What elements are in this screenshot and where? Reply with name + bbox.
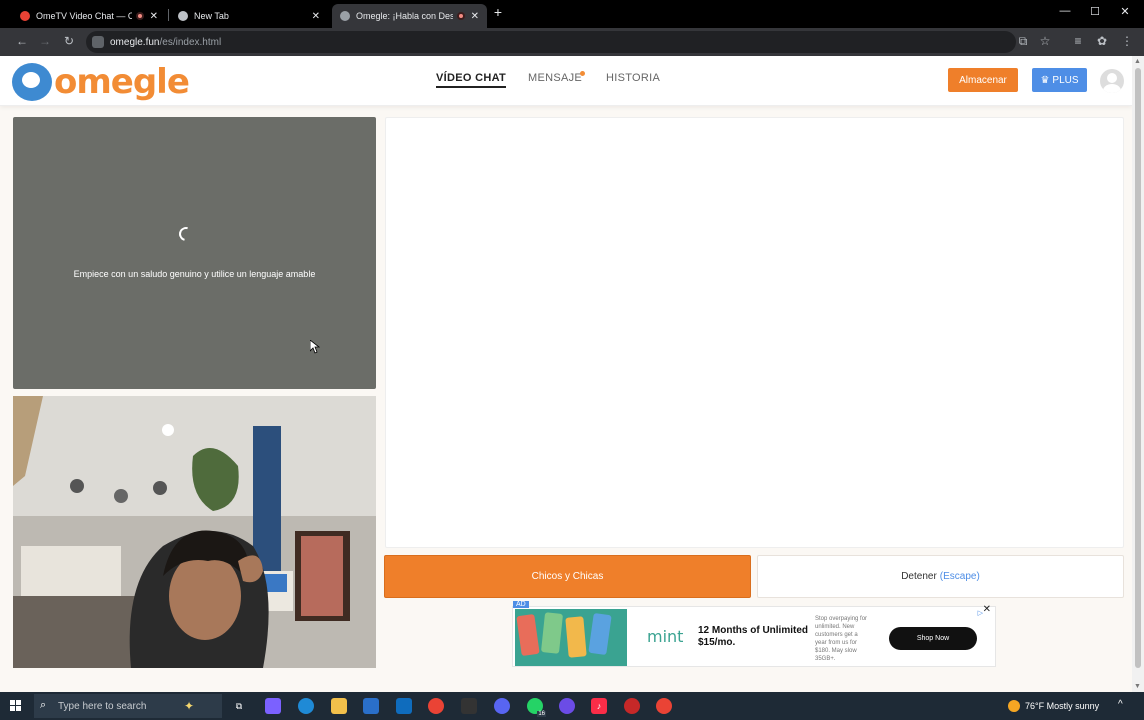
close-ad-icon[interactable]: ✕: [983, 604, 991, 615]
edge-icon[interactable]: [298, 698, 314, 714]
ad-fine-print: Stop overpaying for unlimited. New custo…: [815, 616, 868, 662]
advertisement-banner[interactable]: AD mint 12 Months of Unlimited $15/mo. S…: [512, 601, 996, 667]
tab-omegle[interactable]: Omegle: ¡Habla con Desco ✕: [332, 4, 487, 28]
page-scrollbar[interactable]: ▲ ▼: [1132, 56, 1144, 692]
search-highlight-icon: ✦: [184, 699, 195, 713]
plus-icon[interactable]: +: [488, 4, 508, 20]
stop-shortcut-hint: (Escape): [939, 571, 980, 582]
plus-label: PLUS: [1052, 74, 1079, 86]
discord-icon[interactable]: [494, 698, 510, 714]
address-bar[interactable]: omegle.fun/es/index.html: [86, 31, 1016, 53]
stranger-video: Empiece con un saludo genuino y utilice …: [13, 117, 376, 389]
back-icon[interactable]: ←: [14, 34, 30, 48]
bookmark-star-icon[interactable]: ☆: [1037, 34, 1053, 48]
loading-spinner-icon: [176, 224, 196, 244]
tab-title: Omegle: ¡Habla con Desco: [356, 11, 453, 21]
taskbar-search-placeholder: Type here to search: [58, 700, 147, 712]
ad-brand: mint: [647, 627, 684, 646]
stop-button[interactable]: Detener (Escape): [757, 555, 1124, 598]
scroll-up-icon[interactable]: ▲: [1134, 58, 1141, 65]
record-app-icon[interactable]: [624, 698, 640, 714]
tab-new-tab[interactable]: New Tab ✕: [170, 4, 328, 28]
forward-icon[interactable]: →: [37, 34, 53, 48]
tab-title: OmeTV Video Chat — Ome: [36, 11, 132, 21]
omegle-favicon-icon: [340, 11, 350, 21]
url-host: omegle.fun: [110, 36, 160, 48]
nav-video-chat[interactable]: VÍDEO CHAT: [436, 72, 507, 88]
tray-expand-icon[interactable]: ^: [1118, 699, 1123, 710]
browser-tab-strip: OmeTV Video Chat — Ome ✕ New Tab ✕ Omegl…: [0, 0, 1144, 28]
site-info-icon[interactable]: [92, 36, 104, 48]
stop-label: Detener: [901, 571, 937, 582]
file-explorer-icon[interactable]: [331, 698, 347, 714]
globe-icon: [178, 11, 188, 21]
ometv-favicon-icon: [20, 11, 30, 21]
weather-widget[interactable]: 76°F Mostly sunny: [1008, 700, 1099, 712]
webcam-feed-image: [13, 396, 376, 668]
epic-games-icon[interactable]: [461, 698, 477, 714]
close-tab-icon[interactable]: ✕: [312, 11, 320, 22]
windows-taskbar: ⌕ Type here to search ✦ ⧉ 16 ♪ 76°F Most…: [0, 692, 1144, 720]
url-path: /es/index.html: [159, 36, 222, 48]
recording-icon: [135, 12, 144, 20]
tab-title: New Tab: [194, 11, 229, 21]
maximize-icon[interactable]: ☐: [1085, 5, 1105, 18]
nav-historia[interactable]: HISTORIA: [606, 72, 660, 84]
media-control-icon[interactable]: ≡: [1070, 34, 1086, 48]
sun-icon: [1008, 700, 1020, 712]
outlook-icon[interactable]: [396, 698, 412, 714]
extension-icon[interactable]: ✿: [1094, 34, 1110, 48]
tab-separator: [168, 9, 169, 21]
logo-text: omegle: [54, 62, 190, 102]
install-app-icon[interactable]: ⧉: [1015, 34, 1031, 49]
music-icon[interactable]: ♪: [591, 698, 607, 714]
ad-tag: AD: [513, 601, 529, 608]
chrome-active-icon[interactable]: [656, 698, 672, 714]
ad-headline: 12 Months of Unlimited $15/mo.: [698, 625, 808, 648]
mouse-cursor-icon: [310, 340, 320, 354]
windows-start-icon[interactable]: [10, 700, 22, 712]
chat-log: [385, 117, 1124, 548]
connecting-hint: Empiece con un saludo genuino y utilice …: [73, 269, 316, 279]
minimize-icon[interactable]: —: [1055, 5, 1075, 17]
store-button[interactable]: Almacenar: [948, 68, 1018, 92]
copilot-icon[interactable]: [265, 698, 281, 714]
plus-button[interactable]: ♛ PLUS: [1032, 68, 1087, 92]
whatsapp-badge: 16: [537, 711, 546, 717]
store-icon[interactable]: [363, 698, 379, 714]
kebab-menu-icon[interactable]: ⋮: [1119, 34, 1135, 48]
whatsapp-icon[interactable]: 16: [527, 698, 546, 717]
app-icon[interactable]: [559, 698, 575, 714]
ad-phones-image: [515, 609, 627, 666]
crown-icon: ♛: [1040, 74, 1050, 86]
search-icon: ⌕: [40, 699, 47, 711]
chrome-icon[interactable]: [428, 698, 444, 714]
reload-icon[interactable]: ↻: [61, 34, 77, 48]
scrollbar-thumb[interactable]: [1135, 68, 1141, 668]
weather-temp: 76°F: [1025, 701, 1045, 711]
self-webcam-video: [13, 396, 376, 668]
avatar[interactable]: [1100, 69, 1124, 93]
new-chat-button[interactable]: Chicos y Chicas: [384, 555, 751, 598]
close-window-icon[interactable]: ✕: [1115, 5, 1135, 18]
nav-mensaje[interactable]: MENSAJE: [528, 72, 582, 84]
weather-text: Mostly sunny: [1046, 701, 1100, 711]
recording-icon: [456, 12, 465, 20]
close-tab-icon[interactable]: ✕: [150, 11, 158, 22]
omegle-logo[interactable]: omegle: [12, 62, 190, 102]
browser-toolbar: ← → ↻ omegle.fun/es/index.html ⧉ ☆ ≡ ✿ ⋮: [0, 28, 1144, 56]
notification-dot: [580, 71, 585, 76]
taskbar-search-input[interactable]: ⌕ Type here to search ✦: [34, 694, 222, 718]
task-view-icon[interactable]: ⧉: [231, 698, 247, 714]
scroll-down-icon[interactable]: ▼: [1134, 683, 1141, 690]
omegle-logo-icon: [12, 63, 52, 101]
shop-now-button[interactable]: Shop Now: [889, 627, 977, 650]
close-tab-icon[interactable]: ✕: [471, 11, 479, 22]
tab-ometv[interactable]: OmeTV Video Chat — Ome ✕: [12, 4, 166, 28]
site-header: omegle VÍDEO CHAT MENSAJE HISTORIA Almac…: [0, 56, 1132, 106]
